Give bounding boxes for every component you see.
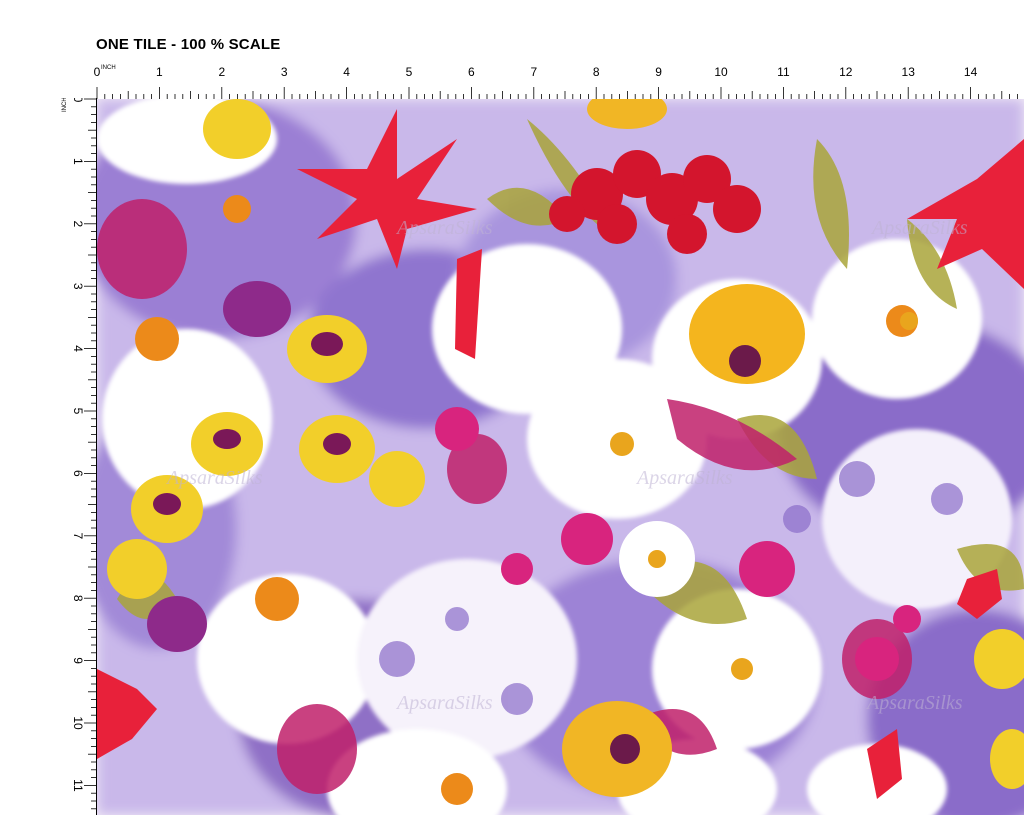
ruler-label: 5: [406, 65, 413, 79]
horizontal-ruler: INCH 0 1 2 3 4 5 6 7 8 9 10 11 12 13 14: [94, 65, 1024, 100]
ruler-label: 6: [71, 470, 85, 477]
ruler-label: 8: [71, 595, 85, 602]
ruler-label: 9: [655, 65, 662, 79]
ruler-label: 4: [343, 65, 350, 79]
ruler-unit-label-vertical: INCH: [62, 98, 68, 112]
ruler-ticks-left: [84, 98, 96, 810]
watermark-text: ApsaraSilks: [395, 217, 493, 239]
ruler-label: 7: [530, 65, 537, 79]
ruler-ticks-top: [96, 87, 1018, 99]
floral-pattern-swatch: ApsaraSilks ApsaraSilks ApsaraSilks Apsa…: [97, 99, 1024, 815]
ruler-label: 14: [964, 65, 978, 79]
watermark-text: ApsaraSilks: [870, 217, 968, 239]
ruler-label: 0: [71, 98, 85, 103]
ruler-labels-left: 0 1 2 3 4 5 6 7 8 9 10 11: [71, 98, 85, 792]
ruler-label: 10: [71, 716, 85, 730]
ruler-label: 1: [71, 158, 85, 165]
watermark-text: ApsaraSilks: [635, 467, 733, 489]
ruler-label: 12: [839, 65, 853, 79]
ruler-label: 10: [714, 65, 728, 79]
ruler-label: 3: [281, 65, 288, 79]
ruler-label: 4: [71, 345, 85, 352]
ruler-label: 2: [71, 220, 85, 227]
watercolor-floral-artwork: ApsaraSilks ApsaraSilks ApsaraSilks Apsa…: [97, 99, 1024, 815]
ruler-label: 9: [71, 657, 85, 664]
ruler-label: 3: [71, 283, 85, 290]
page-title: ONE TILE - 100 % SCALE: [96, 36, 281, 53]
ruler-label: 1: [156, 65, 163, 79]
ruler-label: 0: [94, 65, 101, 79]
ruler-label: 11: [777, 65, 790, 79]
ruler-label: 13: [902, 65, 916, 79]
ruler-unit-label: INCH: [101, 65, 116, 71]
ruler-label: 11: [71, 779, 85, 792]
vertical-ruler: INCH 0 1 2 3 4 5 6 7 8 9 10 11: [62, 98, 97, 815]
watermark-text: ApsaraSilks: [865, 692, 963, 714]
watermark-text: ApsaraSilks: [165, 467, 263, 489]
watermark-text: ApsaraSilks: [395, 692, 493, 714]
ruler-label: 2: [218, 65, 225, 79]
ruler-label: 8: [593, 65, 600, 79]
ruler-label: 7: [71, 532, 85, 539]
ruler-labels-top: 0 1 2 3 4 5 6 7 8 9 10 11 12 13 14: [94, 65, 978, 79]
ruler-label: 6: [468, 65, 475, 79]
ruler-label: 5: [71, 408, 85, 415]
